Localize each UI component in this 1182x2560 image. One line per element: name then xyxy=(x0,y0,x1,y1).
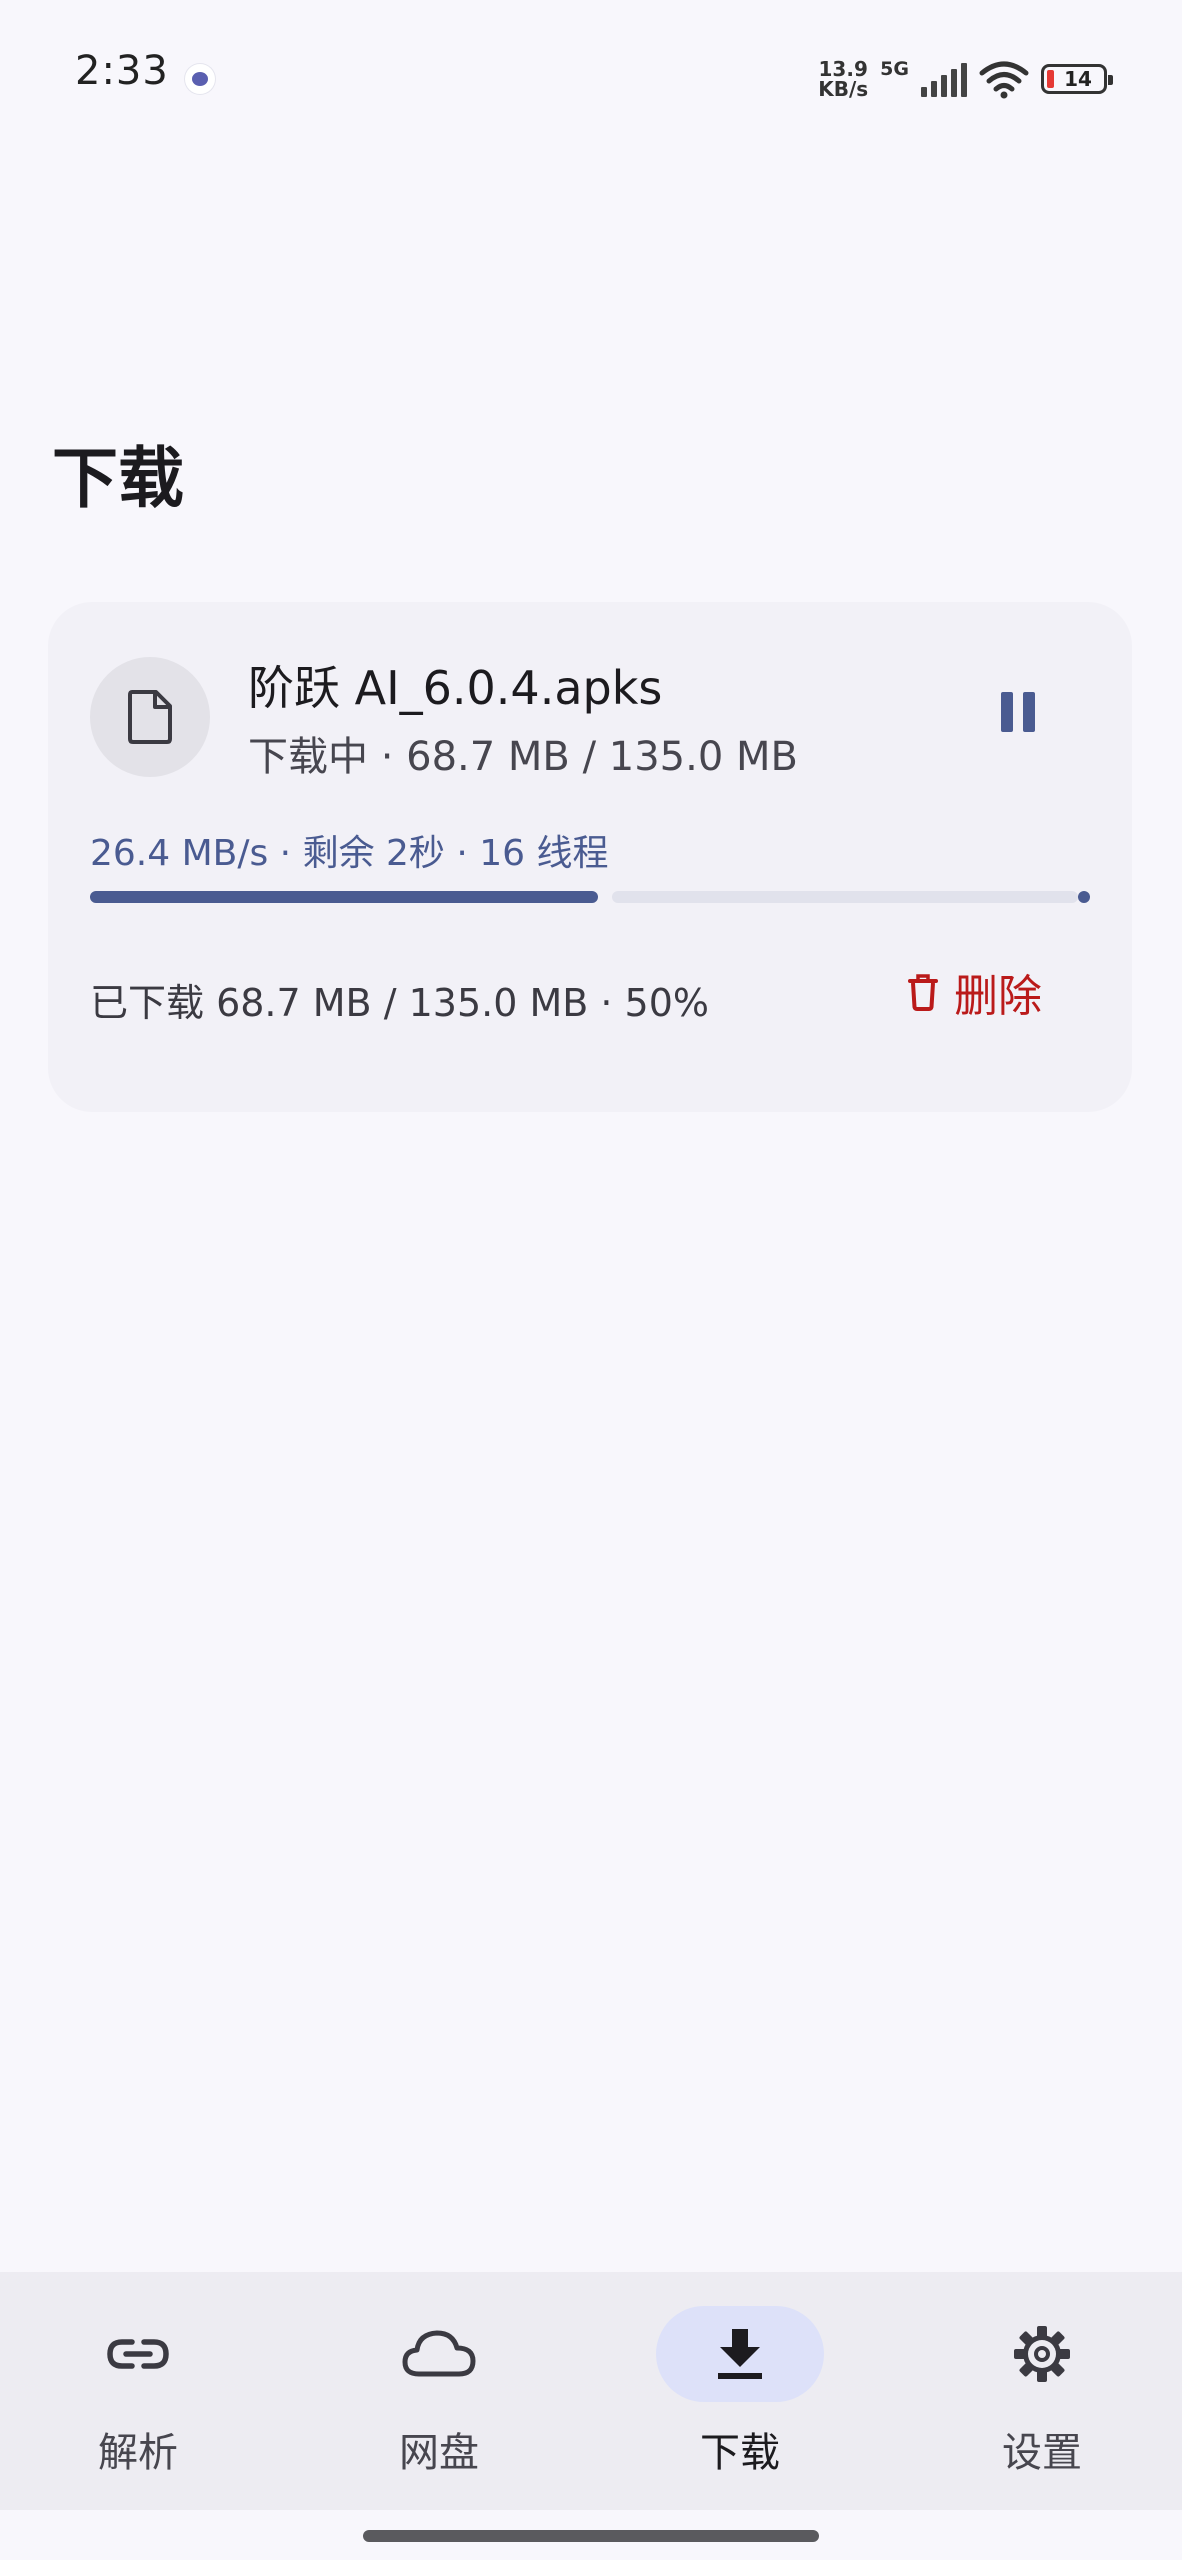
delete-button[interactable]: 删除 xyxy=(908,960,1042,1024)
link-icon xyxy=(107,2339,169,2369)
nav-label-settings: 设置 xyxy=(1002,2430,1082,2476)
bottom-navigation: 解析 网盘 下载 设置 xyxy=(0,2272,1182,2510)
delete-label: 删除 xyxy=(954,971,1042,1022)
nav-item-settings[interactable]: 设置 xyxy=(932,2306,1152,2486)
cloud-icon xyxy=(402,2330,476,2377)
nav-label-download: 下载 xyxy=(700,2430,780,2476)
file-icon xyxy=(128,690,172,744)
progress-remaining xyxy=(612,891,1078,903)
download-status: 下载中 · 68.7 MB / 135.0 MB xyxy=(248,734,798,780)
page-title: 下载 xyxy=(52,440,184,517)
signal-icon xyxy=(921,61,967,97)
network-type: 5G xyxy=(880,58,909,80)
pause-button[interactable] xyxy=(978,672,1058,752)
status-time: 2:33 xyxy=(75,48,169,94)
wifi-icon xyxy=(979,61,1029,99)
pause-icon xyxy=(1001,692,1013,732)
network-speed: 13.9 KB/s xyxy=(818,59,868,99)
file-name: 阶跃 AI_6.0.4.apks xyxy=(248,661,663,715)
download-card: 阶跃 AI_6.0.4.apks 下载中 · 68.7 MB / 135.0 M… xyxy=(48,602,1132,1112)
file-avatar xyxy=(90,657,210,777)
downloaded-summary: 已下载 68.7 MB / 135.0 MB · 50% xyxy=(90,981,710,1025)
nav-label-netdisk: 网盘 xyxy=(399,2430,479,2476)
app-notification-icon xyxy=(185,64,215,94)
battery-icon: 14 xyxy=(1041,64,1113,94)
download-icon xyxy=(718,2329,762,2379)
home-indicator[interactable] xyxy=(363,2530,819,2542)
nav-item-parse[interactable]: 解析 xyxy=(28,2306,248,2486)
download-progress-bar xyxy=(90,891,1090,903)
status-indicators: 13.9 KB/s 5G 14 xyxy=(818,54,1113,104)
trash-icon xyxy=(908,974,938,1011)
status-bar: 2:33 13.9 KB/s 5G 14 xyxy=(0,0,1182,150)
progress-end-dot xyxy=(1078,891,1090,903)
nav-item-download[interactable]: 下载 xyxy=(630,2306,850,2486)
progress-fill xyxy=(90,891,598,903)
network-speed-unit: KB/s xyxy=(818,77,869,101)
network-speed-value: 13.9 xyxy=(818,57,868,81)
battery-level: 14 xyxy=(1064,67,1092,91)
nav-item-netdisk[interactable]: 网盘 xyxy=(329,2306,549,2486)
nav-label-parse: 解析 xyxy=(98,2430,178,2476)
download-speed-info: 26.4 MB/s · 剩余 2秒 · 16 线程 xyxy=(90,833,609,874)
settings-gear-icon xyxy=(1014,2326,1070,2382)
